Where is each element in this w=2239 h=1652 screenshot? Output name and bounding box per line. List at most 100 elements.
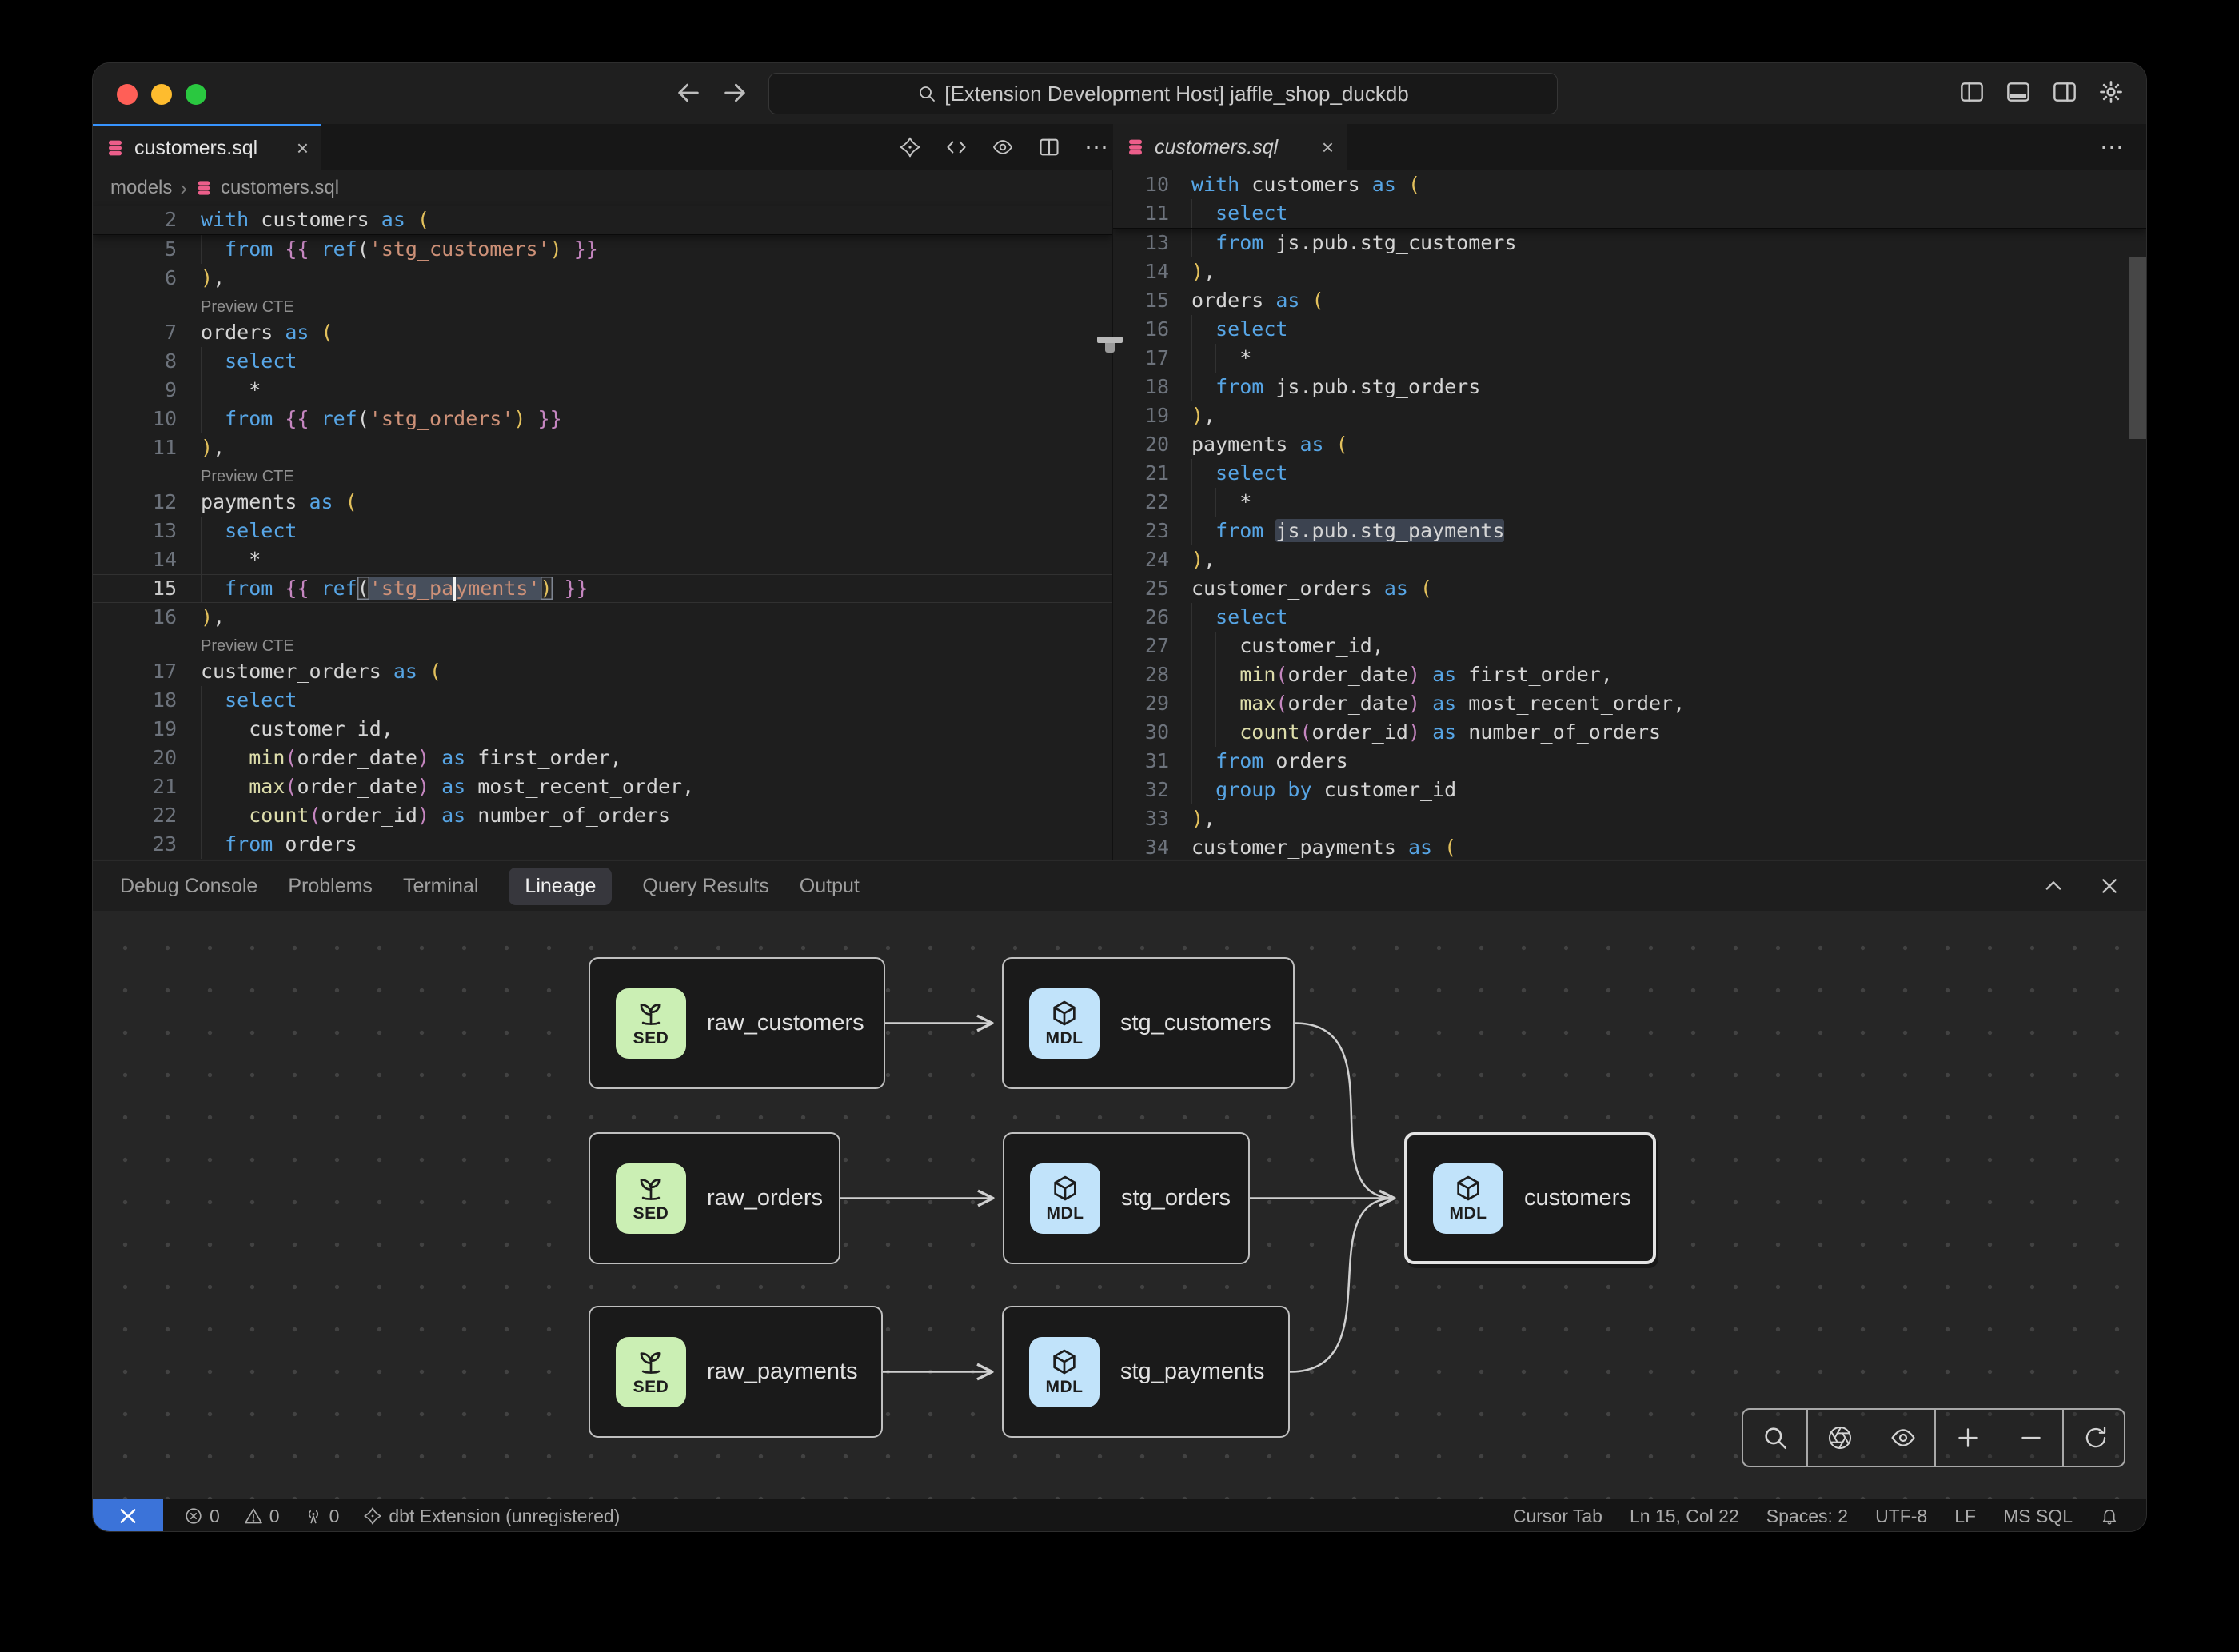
code-line[interactable]: 10 from {{ ref('stg_orders') }} bbox=[93, 405, 1112, 433]
editor-right[interactable]: 10with customers as (11 select 13 from j… bbox=[1113, 170, 2146, 859]
code-line[interactable]: 30 count(order_id) as number_of_orders bbox=[1113, 718, 2146, 747]
code-line[interactable]: 19 customer_id, bbox=[93, 715, 1112, 744]
lineage-node-stg_payments[interactable]: MDLstg_payments bbox=[1002, 1306, 1290, 1438]
code-line[interactable]: 26 select bbox=[1113, 603, 2146, 632]
codelens-label[interactable]: Preview CTE bbox=[201, 298, 294, 316]
code-line[interactable]: 25customer_orders as ( bbox=[1113, 574, 2146, 603]
scrollbar-handle[interactable] bbox=[1097, 337, 1123, 343]
breadcrumb-file[interactable]: customers.sql bbox=[221, 177, 339, 199]
split-editor-icon[interactable] bbox=[1038, 136, 1060, 158]
codelens-label[interactable]: Preview CTE bbox=[201, 468, 294, 485]
code-line[interactable]: 15 from {{ ref('stg_payments') }} bbox=[93, 574, 1112, 603]
compiled-code-icon[interactable] bbox=[945, 136, 968, 158]
code-line[interactable]: 8 select bbox=[93, 347, 1112, 376]
code-line[interactable]: 5 from {{ ref('stg_customers') }} bbox=[93, 235, 1112, 264]
codelens-row[interactable]: Preview CTE bbox=[93, 462, 1112, 488]
code-area[interactable]: 13 from js.pub.stg_customers14),15orders… bbox=[1113, 229, 2146, 859]
code-line[interactable]: 6), bbox=[93, 264, 1112, 293]
code-line[interactable]: 28 min(order_date) as first_order, bbox=[1113, 660, 2146, 689]
more-actions-icon[interactable]: ⋯ bbox=[1084, 134, 1110, 162]
lineage-node-stg_orders[interactable]: MDLstg_orders bbox=[1003, 1132, 1250, 1264]
search-button[interactable] bbox=[1743, 1410, 1806, 1466]
settings-gear-icon[interactable] bbox=[2098, 79, 2124, 105]
code-line[interactable]: 16 select bbox=[1113, 315, 2146, 344]
code-line[interactable]: 9 * bbox=[93, 376, 1112, 405]
close-tab-icon[interactable]: × bbox=[1322, 137, 1334, 158]
breadcrumb-folder[interactable]: models bbox=[110, 177, 172, 199]
lineage-node-stg_customers[interactable]: MDLstg_customers bbox=[1002, 957, 1295, 1089]
status-item-lf[interactable]: LF bbox=[1954, 1506, 1976, 1527]
code-line[interactable]: 22 count(order_id) as number_of_orders bbox=[93, 801, 1112, 830]
lineage-node-raw_payments[interactable]: SEDraw_payments bbox=[589, 1306, 883, 1438]
code-line[interactable]: 34customer_payments as ( bbox=[1113, 833, 2146, 859]
code-line[interactable]: 20 min(order_date) as first_order, bbox=[93, 744, 1112, 772]
status-item-ms-sql[interactable]: MS SQL bbox=[2003, 1506, 2073, 1527]
status-item-cursor-tab[interactable]: Cursor Tab bbox=[1513, 1506, 1602, 1527]
code-line[interactable]: 31 from orders bbox=[1113, 747, 2146, 776]
dbt-action-icon[interactable] bbox=[899, 136, 921, 158]
status-item-spaces-2[interactable]: Spaces: 2 bbox=[1766, 1506, 1848, 1527]
close-tab-icon[interactable]: × bbox=[297, 138, 309, 158]
lineage-node-raw_customers[interactable]: SEDraw_customers bbox=[589, 957, 885, 1089]
zoom-out-button[interactable] bbox=[1999, 1410, 2062, 1466]
sticky-scroll[interactable]: 2with customers as ( bbox=[93, 206, 1112, 235]
minimize-window-button[interactable] bbox=[151, 84, 172, 105]
status-item-dbt-extension-unregistered-[interactable]: dbt Extension (unregistered) bbox=[363, 1506, 620, 1527]
code-line[interactable]: 20payments as ( bbox=[1113, 430, 2146, 459]
more-actions-icon[interactable]: ⋯ bbox=[2100, 134, 2125, 162]
code-line[interactable]: 13 from js.pub.stg_customers bbox=[1113, 229, 2146, 257]
panel-tab-output[interactable]: Output bbox=[800, 868, 860, 905]
panel-tab-lineage[interactable]: Lineage bbox=[509, 868, 612, 905]
tab-customers-sql-right[interactable]: customers.sql × bbox=[1113, 124, 1347, 170]
refresh-button[interactable] bbox=[2064, 1410, 2127, 1466]
back-icon[interactable] bbox=[675, 79, 702, 106]
panel-tab-query-results[interactable]: Query Results bbox=[642, 868, 768, 905]
editor-left[interactable]: models › customers.sql 2with customers a… bbox=[93, 170, 1112, 859]
editor-splitter[interactable] bbox=[1112, 170, 1113, 860]
code-line[interactable]: 21 select bbox=[1113, 459, 2146, 488]
toggle-left-panel-icon[interactable] bbox=[1959, 79, 1985, 105]
code-line[interactable]: 2with customers as ( bbox=[93, 206, 1112, 234]
code-line[interactable]: 14 * bbox=[93, 545, 1112, 574]
code-line[interactable]: 18 from js.pub.stg_orders bbox=[1113, 373, 2146, 401]
status-item-0[interactable]: 0 bbox=[184, 1506, 220, 1527]
code-line[interactable]: 11 select bbox=[1113, 199, 2146, 228]
code-line[interactable]: 11), bbox=[93, 433, 1112, 462]
code-line[interactable]: 15orders as ( bbox=[1113, 286, 2146, 315]
maximize-panel-icon[interactable] bbox=[2042, 875, 2065, 897]
tab-customers-sql-left[interactable]: customers.sql × bbox=[93, 124, 321, 170]
code-line[interactable]: 21 max(order_date) as most_recent_order, bbox=[93, 772, 1112, 801]
status-item-utf-8[interactable]: UTF-8 bbox=[1875, 1506, 1927, 1527]
code-line[interactable]: 18 select bbox=[93, 686, 1112, 715]
code-line[interactable]: 22 * bbox=[1113, 488, 2146, 517]
lineage-node-customers[interactable]: MDLcustomers bbox=[1404, 1132, 1656, 1264]
code-line[interactable]: 17 * bbox=[1113, 344, 2146, 373]
code-line[interactable]: 27 customer_id, bbox=[1113, 632, 2146, 660]
right-editor-scrollbar[interactable] bbox=[2129, 257, 2146, 439]
panel-tab-debug-console[interactable]: Debug Console bbox=[120, 868, 257, 905]
code-line[interactable]: 14), bbox=[1113, 257, 2146, 286]
codelens-row[interactable]: Preview CTE bbox=[93, 632, 1112, 657]
eye-button[interactable] bbox=[1871, 1410, 1934, 1466]
lineage-canvas[interactable]: SEDraw_customersMDLstg_customersSEDraw_o… bbox=[93, 911, 2146, 1499]
panel-tab-problems[interactable]: Problems bbox=[288, 868, 373, 905]
command-center[interactable]: [Extension Development Host] jaffle_shop… bbox=[768, 73, 1558, 114]
aperture-button[interactable] bbox=[1808, 1410, 1871, 1466]
close-window-button[interactable] bbox=[117, 84, 138, 105]
code-line[interactable]: 12payments as ( bbox=[93, 488, 1112, 517]
zoom-in-button[interactable] bbox=[1936, 1410, 1999, 1466]
code-line[interactable]: 24), bbox=[1113, 545, 2146, 574]
code-line[interactable]: 16), bbox=[93, 603, 1112, 632]
code-line[interactable]: 29 max(order_date) as most_recent_order, bbox=[1113, 689, 2146, 718]
code-line[interactable]: 10with customers as ( bbox=[1113, 170, 2146, 199]
code-area[interactable]: 5 from {{ ref('stg_customers') }}6), Prev… bbox=[93, 235, 1112, 859]
code-line[interactable]: 23 from orders bbox=[93, 830, 1112, 859]
code-line[interactable]: 7orders as ( bbox=[93, 318, 1112, 347]
code-line[interactable]: 32 group by customer_id bbox=[1113, 776, 2146, 804]
remote-indicator[interactable] bbox=[93, 1499, 163, 1532]
panel-tab-terminal[interactable]: Terminal bbox=[403, 868, 478, 905]
toggle-bottom-panel-icon[interactable] bbox=[2006, 79, 2031, 105]
sticky-scroll[interactable]: 10with customers as (11 select bbox=[1113, 170, 2146, 229]
status-item-0[interactable]: 0 bbox=[244, 1506, 280, 1527]
codelens-label[interactable]: Preview CTE bbox=[201, 637, 294, 655]
